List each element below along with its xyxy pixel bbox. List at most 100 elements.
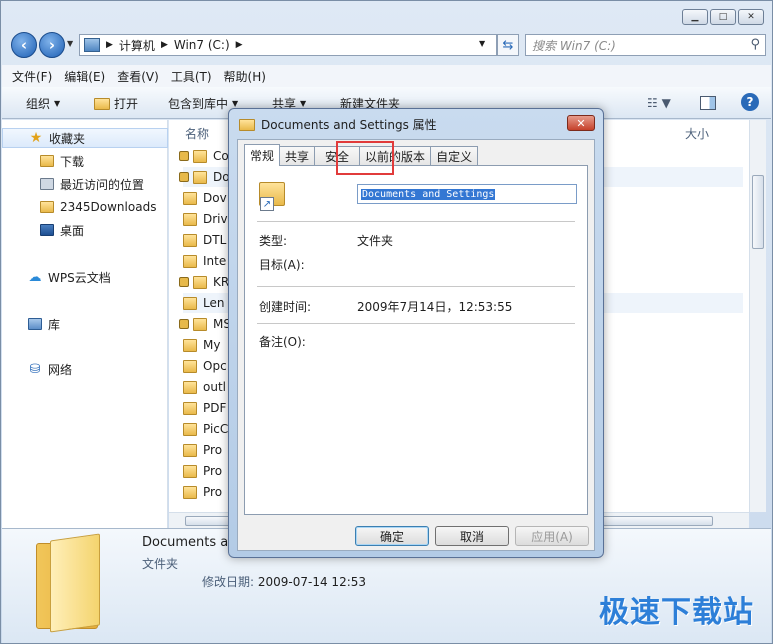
- folder-shortcut-icon: ↗: [259, 182, 285, 211]
- item-name: Pro: [203, 443, 223, 457]
- include-label: 包含到库中: [168, 97, 229, 111]
- organize-button[interactable]: 组织 ▼: [26, 95, 60, 112]
- help-icon[interactable]: ?: [741, 93, 759, 111]
- lock-icon: [179, 172, 189, 182]
- maximize-icon[interactable]: □: [710, 9, 736, 25]
- type-label: 类型:: [259, 234, 288, 248]
- details-item-type: 文件夹: [142, 557, 179, 571]
- open-button[interactable]: 打开: [94, 95, 138, 112]
- search-icon[interactable]: ⚲: [750, 37, 760, 52]
- created-value: 2009年7月14日，12:53:55: [357, 300, 513, 314]
- folder-icon: [183, 191, 197, 205]
- item-name: Len: [203, 296, 225, 310]
- cloud-icon: ☁: [28, 269, 42, 285]
- column-header-name[interactable]: 名称: [185, 125, 209, 142]
- folder-name-input[interactable]: Documents and Settings: [357, 184, 577, 204]
- folder-icon: [193, 317, 207, 331]
- nav-label: 收藏夹: [49, 131, 86, 146]
- nav-label: 网络: [48, 362, 73, 377]
- folder-icon: [94, 97, 110, 110]
- folder-icon: [183, 380, 197, 394]
- navigation-pane: ★ 收藏夹 下载 最近访问的位置 2345Downloads 桌面 ☁ WPS云文档…: [2, 120, 168, 528]
- menu-file[interactable]: 文件(F): [12, 68, 52, 85]
- item-name: DTL: [203, 233, 227, 247]
- breadcrumb-computer[interactable]: 计算机: [119, 37, 155, 54]
- caret-down-icon: ▼: [232, 99, 239, 108]
- cancel-button[interactable]: 取消: [435, 526, 509, 546]
- menu-help[interactable]: 帮助(H): [224, 68, 266, 85]
- refresh-icon[interactable]: ⇆: [497, 34, 519, 56]
- apply-button[interactable]: 应用(A): [515, 526, 589, 546]
- tab-customize[interactable]: 自定义: [430, 146, 479, 166]
- downloads-folder-icon: [40, 155, 54, 167]
- item-name: Driv: [203, 212, 228, 226]
- close-icon[interactable]: ✕: [738, 9, 764, 25]
- breadcrumb-drive[interactable]: Win7 (C:): [174, 38, 230, 52]
- nav-2345downloads[interactable]: 2345Downloads: [2, 197, 168, 217]
- menu-edit[interactable]: 编辑(E): [64, 68, 105, 85]
- large-folder-icon: [36, 533, 126, 633]
- nav-desktop[interactable]: 桌面: [2, 220, 168, 240]
- open-label: 打开: [114, 97, 139, 111]
- tab-sharing[interactable]: 共享: [279, 146, 316, 166]
- lock-icon: [179, 319, 189, 329]
- ok-button[interactable]: 确定: [355, 526, 429, 546]
- tab-general[interactable]: 常规: [244, 144, 281, 166]
- dialog-body: 常规 共享 安全 以前的版本 自定义 ↗ Documents and Setti…: [237, 139, 595, 551]
- details-modified-value: 2009-07-14 12:53: [257, 575, 367, 589]
- organize-label: 组织: [26, 97, 51, 111]
- details-modified-label: 修改日期:: [202, 575, 255, 589]
- search-input[interactable]: 搜索 Win7 (C:) ⚲: [525, 34, 766, 56]
- window-controls: ▁ □ ✕: [682, 9, 764, 25]
- menu-tools[interactable]: 工具(T): [171, 68, 212, 85]
- details-item-name: Documents ar: [142, 535, 234, 550]
- divider: [257, 323, 575, 324]
- history-dropdown-icon[interactable]: ▼: [67, 39, 73, 48]
- column-header-size[interactable]: 大小: [685, 125, 709, 142]
- item-name: My: [203, 338, 221, 352]
- highlight-annotation: [336, 141, 394, 175]
- folder-icon: [183, 422, 197, 436]
- minimize-icon[interactable]: ▁: [682, 9, 708, 25]
- back-icon[interactable]: ‹: [11, 32, 37, 58]
- nav-recent-places[interactable]: 最近访问的位置: [2, 174, 168, 194]
- address-row: ‹ › ▼ ▶ 计算机 ▶ Win7 (C:) ▶ ▼ ⇆ 搜索 Win7 (C…: [9, 31, 766, 59]
- nav-wps-cloud[interactable]: ☁ WPS云文档: [2, 267, 168, 287]
- item-name: Pro: [203, 485, 223, 499]
- chevron-right-icon: ▶: [160, 40, 168, 50]
- lock-icon: [179, 277, 189, 287]
- folder-icon: [183, 254, 197, 268]
- divider: [257, 221, 575, 222]
- item-name: Dov: [203, 191, 227, 205]
- menu-view[interactable]: 查看(V): [117, 68, 159, 85]
- forward-icon[interactable]: ›: [39, 32, 65, 58]
- dialog-close-icon[interactable]: ✕: [567, 115, 595, 131]
- star-icon: ★: [29, 130, 43, 146]
- network-icon: ⛁: [29, 361, 41, 377]
- chevron-right-icon: ▶: [106, 40, 113, 50]
- nav-favorites[interactable]: ★ 收藏夹: [2, 128, 168, 148]
- desktop-icon: [40, 224, 54, 236]
- folder-icon: [239, 118, 255, 131]
- view-options-icon[interactable]: ☷ ▼: [647, 96, 671, 110]
- created-label: 创建时间:: [259, 300, 312, 314]
- include-in-library-button[interactable]: 包含到库中 ▼: [168, 95, 238, 112]
- address-bar[interactable]: ▶ 计算机 ▶ Win7 (C:) ▶: [79, 34, 497, 56]
- nav-network[interactable]: ⛁ 网络: [2, 359, 168, 379]
- scrollbar-thumb[interactable]: [752, 175, 764, 249]
- folder-icon: [183, 464, 197, 478]
- recent-places-icon: [40, 178, 54, 190]
- nav-libraries[interactable]: 库: [2, 314, 168, 334]
- divider: [257, 286, 575, 287]
- vertical-scrollbar[interactable]: [749, 120, 766, 512]
- nav-downloads[interactable]: 下载: [2, 151, 168, 171]
- properties-dialog: Documents and Settings 属性 ✕ 常规 共享 安全 以前的…: [228, 108, 604, 558]
- caret-down-icon: ▼: [300, 99, 307, 108]
- item-name: Inte: [203, 254, 227, 268]
- folder-icon: [183, 443, 197, 457]
- library-icon: [28, 318, 42, 330]
- address-dropdown-icon[interactable]: ▼: [479, 39, 485, 48]
- preview-pane-icon[interactable]: [700, 96, 716, 110]
- folder-icon: [183, 359, 197, 373]
- folder-icon: [40, 201, 54, 213]
